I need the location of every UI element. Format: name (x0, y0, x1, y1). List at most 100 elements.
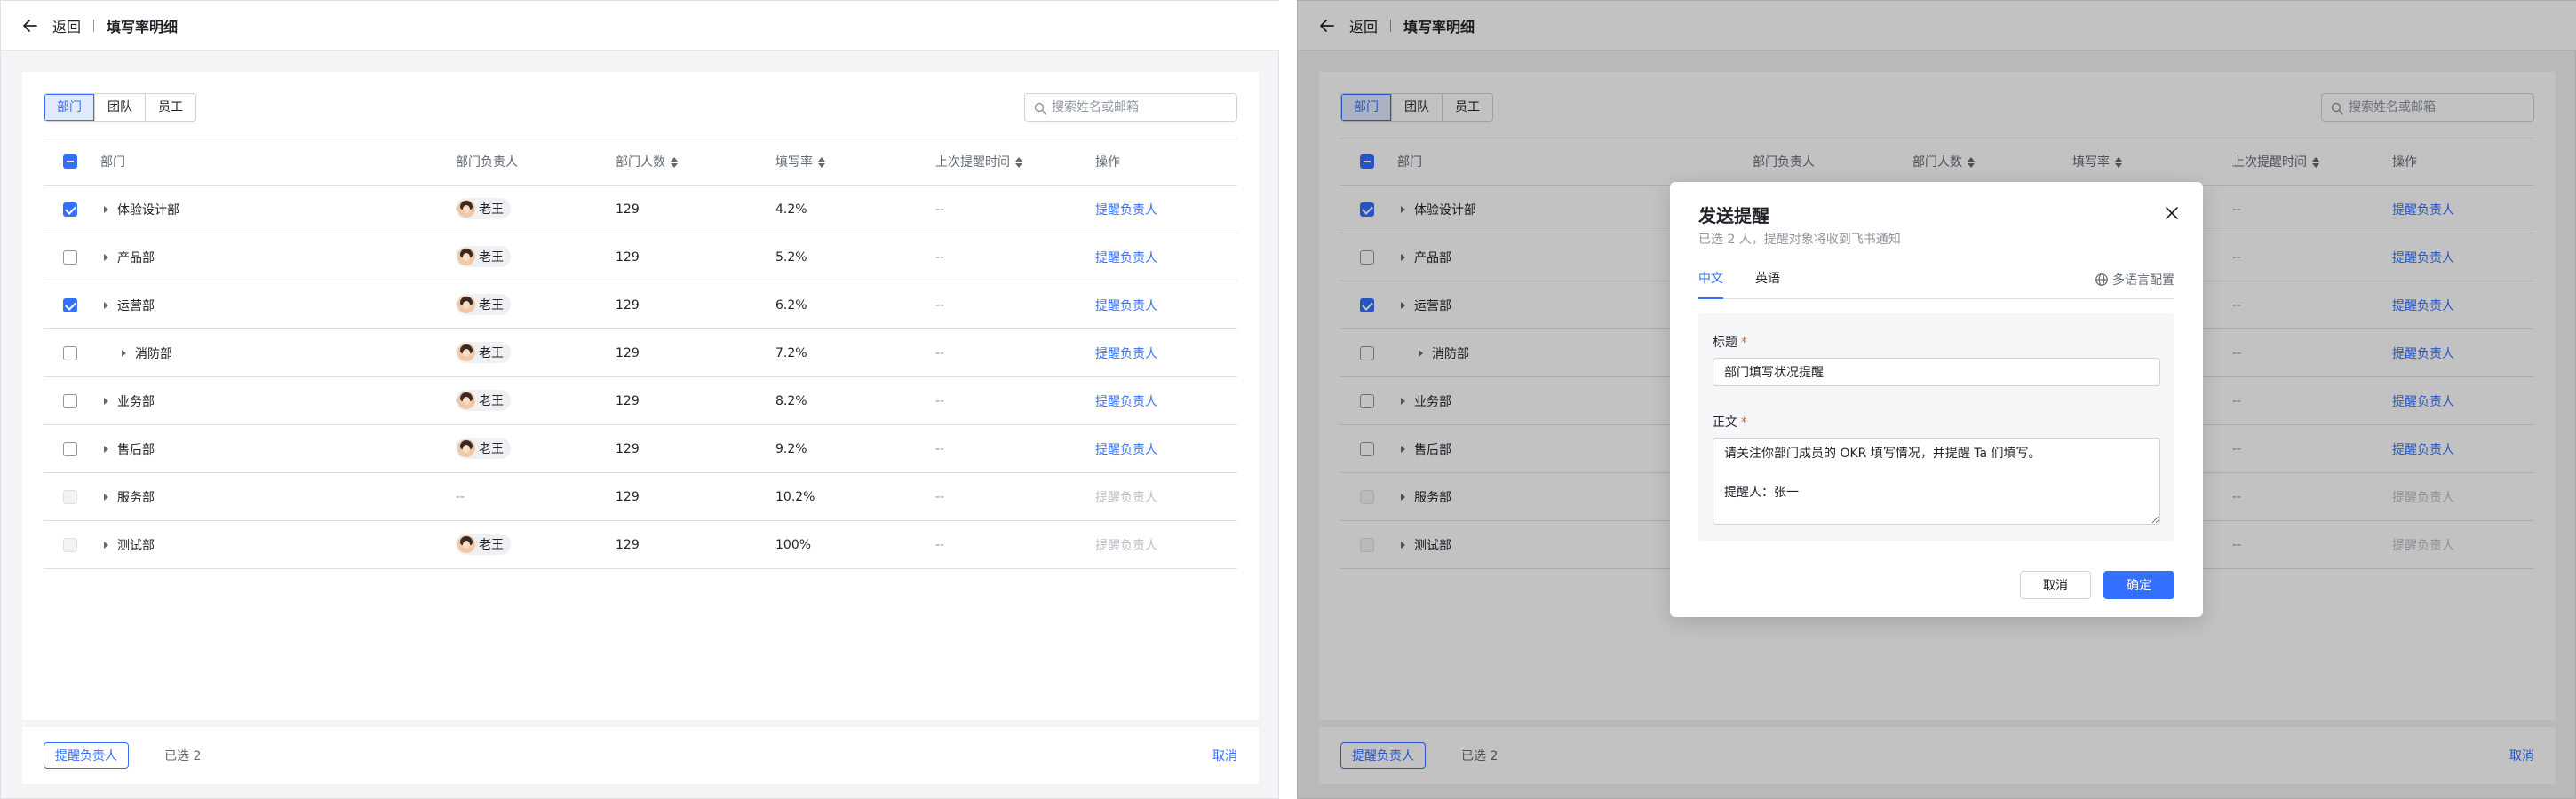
select-all-checkbox[interactable] (63, 154, 77, 169)
title-input[interactable] (1713, 358, 2160, 386)
row-checkbox[interactable] (63, 441, 77, 456)
dept-count: 129 (616, 297, 640, 312)
table-header: 部门 部门负责人 部门人数 填写率 上次提醒时间 操作 (44, 138, 1237, 186)
modal-view: 返回 填写率明细 部门 团队 员工 部门 部门负责人 部 (1297, 0, 2576, 799)
expand-caret-icon[interactable] (122, 349, 126, 357)
avatar (457, 199, 475, 218)
arrow-left-icon[interactable] (20, 16, 40, 36)
footer-bar: 提醒负责人 已选 2 取消 (22, 727, 1259, 784)
search-input[interactable] (1052, 100, 1228, 115)
owner-chip[interactable]: 老王 (456, 533, 511, 555)
table-row[interactable]: 消防部 老王 129 7.2% -- 提醒负责人 (44, 329, 1237, 377)
owner-name: 老王 (479, 345, 504, 360)
expand-caret-icon[interactable] (104, 541, 108, 549)
multi-language-config[interactable]: 多语言配置 (2095, 271, 2174, 289)
divider (93, 19, 95, 32)
fill-rate: 7.2% (775, 345, 807, 360)
dept-count: 129 (616, 441, 640, 456)
row-checkbox[interactable] (63, 249, 77, 265)
dept-table: 部门 部门负责人 部门人数 填写率 上次提醒时间 操作 体验设计部老王1294.… (44, 138, 1237, 569)
sort-icon[interactable] (671, 157, 678, 168)
col-count-label: 部门人数 (616, 155, 665, 170)
search-box[interactable] (1024, 93, 1237, 122)
row-checkbox (63, 537, 77, 552)
avatar (457, 534, 475, 553)
row-checkbox[interactable] (63, 202, 77, 217)
owner-name: 老王 (479, 537, 504, 552)
fill-rate: 10.2% (775, 489, 815, 504)
remind-owner-link[interactable]: 提醒负责人 (1095, 443, 1157, 457)
tab-chinese[interactable]: 中文 (1698, 267, 1723, 299)
dept-count: 129 (616, 489, 640, 504)
owner-chip[interactable]: 老王 (456, 197, 511, 219)
col-action-header: 操作 (1095, 155, 1120, 170)
table-row[interactable]: 运营部 老王 129 6.2% -- 提醒负责人 (44, 281, 1237, 329)
owner-chip[interactable]: 老王 (456, 293, 511, 315)
col-time-header[interactable]: 上次提醒时间 (935, 153, 1095, 170)
row-checkbox (63, 489, 77, 504)
expand-caret-icon[interactable] (104, 397, 108, 405)
table-body: 体验设计部老王1294.2%--提醒负责人产品部老王1295.2%--提醒负责人… (44, 186, 1237, 569)
remind-owner-link[interactable]: 提醒负责人 (1095, 347, 1157, 361)
expand-caret-icon[interactable] (104, 301, 108, 309)
tab-dept[interactable]: 部门 (44, 94, 95, 121)
remind-owner-button[interactable]: 提醒负责人 (44, 742, 129, 769)
expand-caret-icon[interactable] (104, 493, 108, 501)
col-rate-header[interactable]: 填写率 (775, 153, 935, 170)
table-row[interactable]: 体验设计部 老王 129 4.2% -- 提醒负责人 (44, 186, 1237, 233)
body-textarea[interactable]: 请关注你部门成员的 OKR 填写情况，并提醒 Ta 们填写。 提醒人：张一 (1713, 438, 2160, 525)
owner-chip[interactable]: 老王 (456, 245, 511, 267)
last-remind-time: -- (935, 249, 945, 265)
remind-owner-link[interactable]: 提醒负责人 (1095, 251, 1157, 265)
expand-caret-icon[interactable] (104, 445, 108, 453)
row-checkbox[interactable] (63, 297, 77, 312)
dept-name: 售后部 (117, 442, 155, 457)
table-row[interactable]: 测试部 老王 129 100% -- 提醒负责人 (44, 521, 1237, 569)
fill-rate: 9.2% (775, 441, 807, 456)
close-icon[interactable] (2164, 205, 2180, 221)
fill-rate: 8.2% (775, 393, 807, 408)
owner-chip[interactable]: 老王 (456, 389, 511, 411)
owner-chip[interactable]: 老王 (456, 341, 511, 363)
remind-owner-link[interactable]: 提醒负责人 (1095, 203, 1157, 218)
col-count-header[interactable]: 部门人数 (616, 153, 775, 170)
avatar (457, 247, 475, 265)
dept-name: 产品部 (117, 250, 155, 265)
table-row[interactable]: 售后部 老王 129 9.2% -- 提醒负责人 (44, 425, 1237, 473)
dept-count: 129 (616, 249, 640, 265)
row-checkbox[interactable] (63, 393, 77, 408)
cancel-selection-link[interactable]: 取消 (1212, 747, 1237, 764)
dialog-subtitle: 已选 2 人，提醒对象将收到飞书通知 (1698, 233, 1901, 247)
table-row[interactable]: 服务部 -- 129 10.2% -- 提醒负责人 (44, 473, 1237, 521)
globe-icon (2095, 273, 2108, 286)
multi-language-label: 多语言配置 (2112, 273, 2174, 288)
last-remind-time: -- (935, 441, 945, 456)
expand-caret-icon[interactable] (104, 253, 108, 261)
owner-name: 老王 (479, 393, 504, 408)
owner-chip[interactable]: 老王 (456, 437, 511, 459)
sort-icon[interactable] (818, 157, 825, 168)
last-remind-time: -- (935, 537, 945, 552)
col-owner-header: 部门负责人 (456, 155, 518, 170)
body-label-text: 正文 (1713, 415, 1737, 430)
cancel-button[interactable]: 取消 (2020, 571, 2091, 599)
tab-team[interactable]: 团队 (95, 94, 146, 121)
col-time-label: 上次提醒时间 (935, 155, 1010, 170)
back-link[interactable]: 返回 (52, 15, 81, 36)
language-tabs: 中文 英语 多语言配置 (1698, 267, 2174, 299)
dept-count: 129 (616, 537, 640, 552)
table-row[interactable]: 产品部 老王 129 5.2% -- 提醒负责人 (44, 233, 1237, 281)
tab-english[interactable]: 英语 (1755, 267, 1780, 299)
table-row[interactable]: 业务部 老王 129 8.2% -- 提醒负责人 (44, 377, 1237, 425)
last-remind-time: -- (935, 489, 945, 504)
tab-staff[interactable]: 员工 (146, 94, 195, 121)
remind-owner-link[interactable]: 提醒负责人 (1095, 299, 1157, 313)
row-checkbox[interactable] (63, 345, 77, 360)
confirm-button[interactable]: 确定 (2103, 571, 2174, 599)
remind-owner-link[interactable]: 提醒负责人 (1095, 395, 1157, 409)
expand-caret-icon[interactable] (104, 205, 108, 213)
sort-icon[interactable] (1015, 157, 1022, 168)
fill-rate: 6.2% (775, 297, 807, 312)
page-frame: 返回 填写率明细 部门 团队 员工 部门 部门负责人 部 (0, 0, 1279, 799)
last-remind-time: -- (935, 202, 945, 217)
